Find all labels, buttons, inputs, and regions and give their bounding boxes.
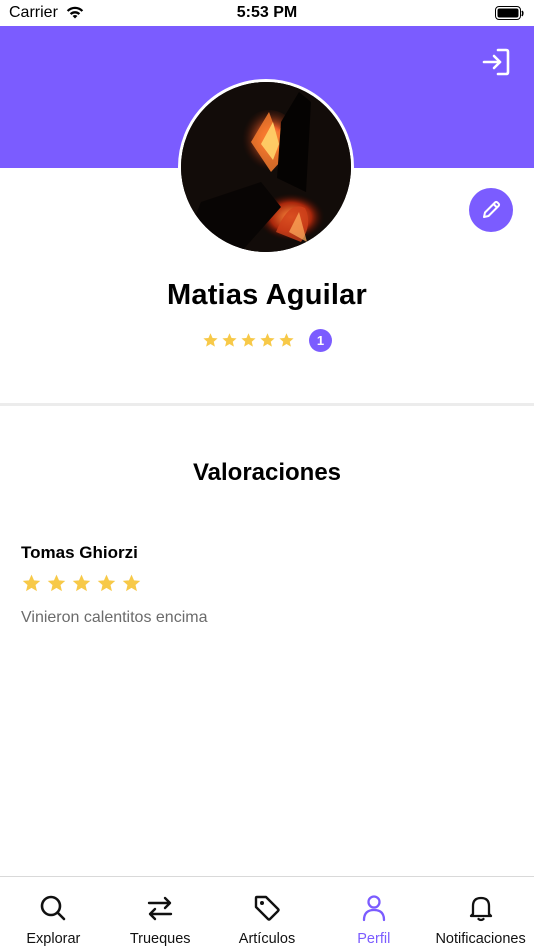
pencil-icon (483, 200, 501, 218)
battery-icon (495, 6, 525, 26)
tag-icon (254, 895, 280, 921)
clock: 5:53 PM (236, 4, 298, 21)
edit-profile-button[interactable] (469, 188, 513, 232)
tab-label: Trueques (129, 931, 191, 947)
tab-perfil[interactable]: Perfil (320, 877, 427, 951)
logout-button[interactable] (480, 46, 512, 78)
profile-rating-stars (202, 332, 295, 349)
star-icon (279, 333, 294, 347)
tab-trueques[interactable]: Trueques (107, 877, 214, 951)
star-icon (97, 574, 116, 592)
star-icon (22, 574, 41, 592)
tab-explorar[interactable]: Explorar (0, 877, 107, 951)
swap-icon (147, 896, 173, 921)
star-icon (122, 574, 141, 592)
profile-rating: 1 (0, 329, 534, 352)
bell-icon (469, 896, 492, 922)
user-icon (362, 895, 385, 922)
tab-label: Notificaciones (435, 931, 526, 947)
star-icon (222, 333, 237, 347)
star-icon (203, 333, 218, 347)
tab-label: Artículos (238, 931, 296, 947)
star-icon (47, 574, 66, 592)
tab-label: Explorar (26, 931, 81, 947)
review-author: Tomas Ghiorzi (21, 543, 138, 562)
review-comment: Vinieron calentitos encima (21, 609, 208, 626)
avatar (178, 79, 354, 255)
section-divider (0, 403, 534, 406)
status-bar: Carrier 5:53 PM (0, 0, 534, 26)
tab-bar: Explorar Trueques Artículos Perfil Notif… (0, 876, 534, 951)
tab-label: Perfil (357, 931, 391, 947)
search-icon (41, 895, 66, 921)
tab-notificaciones[interactable]: Notificaciones (427, 877, 534, 951)
tab-articulos[interactable]: Artículos (214, 877, 321, 951)
logout-icon (482, 48, 510, 76)
star-icon (72, 574, 91, 592)
review-rating-stars (21, 573, 142, 594)
rating-count-badge: 1 (309, 329, 332, 352)
reviews-title: Valoraciones (192, 459, 342, 486)
star-icon (241, 333, 256, 347)
star-icon (260, 333, 275, 347)
profile-name: Matias Aguilar (167, 279, 367, 311)
